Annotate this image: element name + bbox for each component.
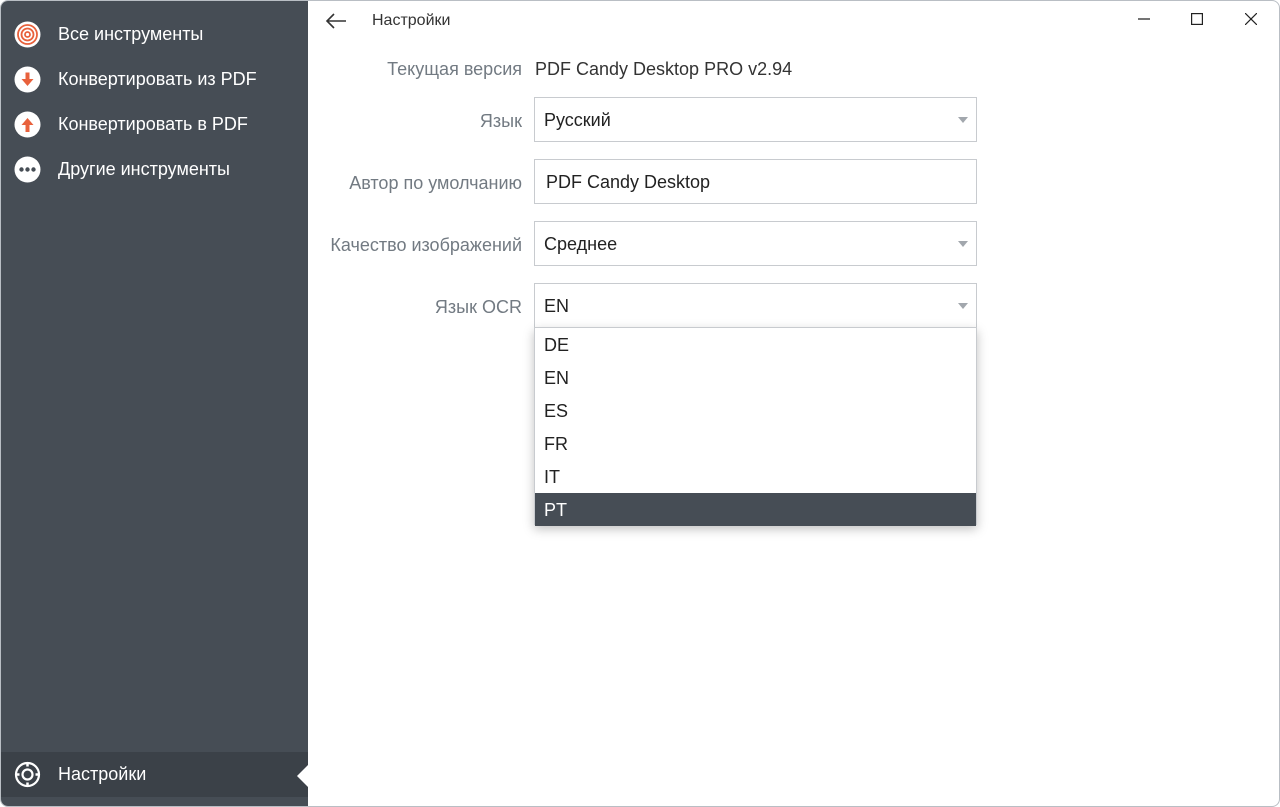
version-value: PDF Candy Desktop PRO v2.94	[535, 59, 793, 79]
close-button[interactable]	[1224, 1, 1278, 37]
sidebar-item-label: Другие инструменты	[58, 159, 230, 179]
minimize-button[interactable]	[1117, 1, 1171, 37]
title-bar: Настройки	[308, 1, 1279, 41]
close-icon	[1245, 13, 1257, 25]
default-author-value: PDF Candy Desktop	[546, 172, 711, 192]
arrow-up-circle-icon	[14, 111, 41, 138]
caret-down-icon	[958, 303, 968, 309]
default-author-input[interactable]: PDF Candy Desktop	[534, 159, 977, 204]
caret-down-icon	[958, 241, 968, 247]
sidebar-item-label: Конвертировать в PDF	[58, 114, 248, 134]
active-indicator	[297, 765, 308, 787]
language-select[interactable]: Русский	[534, 97, 977, 142]
app-window: Все инструменты Конвертировать из PDF Ко…	[0, 0, 1280, 807]
minimize-icon	[1138, 18, 1150, 20]
ocr-language-select[interactable]: EN	[534, 283, 977, 328]
sidebar-item-settings[interactable]: Настройки	[1, 752, 308, 797]
sidebar-item-label: Все инструменты	[58, 24, 204, 44]
version-label: Текущая версия	[387, 59, 522, 79]
sidebar-item-convert-from-pdf[interactable]: Конвертировать из PDF	[1, 57, 308, 102]
ocr-option-es[interactable]: ES	[535, 394, 976, 427]
back-button[interactable]	[322, 7, 350, 35]
more-dots-icon	[14, 156, 41, 183]
arrow-down-circle-icon	[14, 66, 41, 93]
maximize-icon	[1191, 13, 1203, 25]
ocr-option-fr[interactable]: FR	[535, 427, 976, 460]
ocr-language-dropdown: DE EN ES FR IT PT	[534, 327, 977, 526]
spiral-icon	[14, 21, 41, 48]
sidebar-item-other-tools[interactable]: Другие инструменты	[1, 147, 308, 192]
ocr-language-label: Язык OCR	[434, 297, 522, 317]
caret-down-icon	[958, 117, 968, 123]
sidebar-item-label: Настройки	[58, 764, 147, 784]
sidebar-item-label: Конвертировать из PDF	[58, 69, 257, 89]
language-select-value: Русский	[544, 110, 611, 130]
sidebar: Все инструменты Конвертировать из PDF Ко…	[1, 1, 308, 806]
language-label: Язык	[479, 111, 522, 131]
sidebar-item-all-tools[interactable]: Все инструменты	[1, 12, 308, 57]
ocr-option-it[interactable]: IT	[535, 460, 976, 493]
gear-icon	[14, 761, 41, 788]
image-quality-select[interactable]: Среднее	[534, 221, 977, 266]
ocr-option-de[interactable]: DE	[535, 328, 976, 361]
maximize-button[interactable]	[1170, 1, 1224, 37]
sidebar-item-convert-to-pdf[interactable]: Конвертировать в PDF	[1, 102, 308, 147]
page-title: Настройки	[372, 12, 451, 29]
image-quality-label: Качество изображений	[330, 235, 522, 255]
ocr-option-en[interactable]: EN	[535, 361, 976, 394]
ocr-option-pt[interactable]: PT	[535, 493, 976, 526]
arrow-left-icon	[325, 13, 346, 29]
default-author-label: Автор по умолчанию	[349, 173, 522, 193]
image-quality-value: Среднее	[544, 234, 618, 254]
ocr-language-value: EN	[544, 296, 570, 316]
